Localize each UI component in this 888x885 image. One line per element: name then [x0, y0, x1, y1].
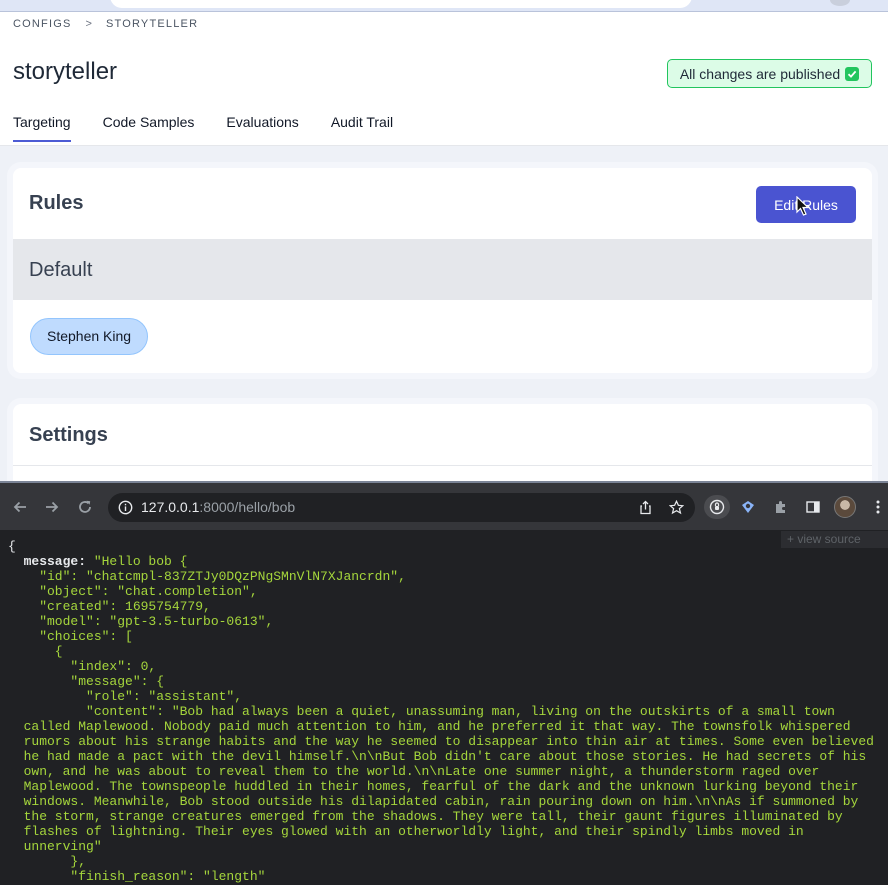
default-rule-header: Default [13, 240, 872, 300]
reload-icon[interactable] [77, 499, 93, 515]
tab-targeting[interactable]: Targeting [13, 114, 71, 142]
json-line: windows. Meanwhile, Bob stood outside hi… [8, 794, 859, 809]
json-line: "index": 0, [8, 659, 157, 674]
json-line: flashes of lightning. Their eyes glowed … [8, 824, 804, 839]
breadcrumb-storyteller[interactable]: STORYTELLER [106, 18, 198, 30]
page-title: storyteller [13, 58, 118, 85]
url-path: :8000/hello/bob [199, 499, 296, 515]
url-text[interactable]: 127.0.0.1:8000/hello/bob [141, 499, 295, 515]
value-chip[interactable]: Stephen King [30, 318, 149, 355]
breadcrumb: CONFIGS > STORYTELLER [13, 18, 198, 30]
breadcrumb-separator-icon: > [85, 18, 92, 30]
json-line: called Maplewood. Nobody paid much atten… [8, 719, 851, 734]
json-line: "object": "chat.completion", [8, 584, 258, 599]
json-line: unnerving" [8, 839, 102, 854]
json-line: "message": { [8, 674, 165, 689]
mouse-cursor-icon [796, 196, 810, 216]
window-top-strip [0, 0, 888, 12]
json-line: "choices": [ [8, 629, 133, 644]
json-line: Maplewood. The townspeople huddled in th… [8, 779, 859, 794]
json-line: "created": 1695754779, [8, 599, 211, 614]
json-response: { message: "Hello bob { "id": "chatcmpl-… [8, 539, 888, 884]
kebab-menu-icon[interactable] [870, 499, 886, 515]
tab-code-samples[interactable]: Code Samples [103, 114, 195, 142]
bookmark-star-icon[interactable] [669, 500, 684, 515]
app-window: CONFIGS > STORYTELLER storyteller All ch… [0, 0, 888, 483]
forward-icon[interactable] [44, 499, 60, 515]
avatar[interactable] [834, 496, 856, 518]
json-line: "id": "chatcmpl-837ZTJy0DQzPNgSMnVlN7XJa… [8, 569, 406, 584]
rules-title: Rules [29, 192, 84, 214]
json-line: the storm, strange creatures emerged fro… [8, 809, 843, 824]
rules-header: Rules Edit Rules [13, 168, 872, 240]
address-bar[interactable]: 127.0.0.1:8000/hello/bob [108, 493, 695, 522]
settings-card: Settings [13, 404, 872, 483]
browser-window: 127.0.0.1:8000/hello/bob + view source {… [0, 483, 888, 885]
json-line: "model": "gpt-3.5-turbo-0613", [8, 614, 274, 629]
extension-icon[interactable] [709, 499, 725, 515]
settings-title: Settings [29, 424, 108, 446]
sidepanel-icon[interactable] [805, 499, 821, 515]
publish-status-text: All changes are published [679, 65, 841, 82]
share-icon[interactable] [638, 500, 653, 515]
json-line: }, [8, 854, 87, 869]
rules-card: Rules Edit Rules Default Stephen King [13, 168, 872, 373]
tab-audit-trail[interactable]: Audit Trail [331, 114, 393, 142]
json-line: message: "Hello bob { [8, 554, 188, 569]
address-pill-edge [110, 0, 692, 8]
browser-toolbar: 127.0.0.1:8000/hello/bob [0, 483, 888, 530]
back-icon[interactable] [12, 499, 28, 515]
status-badge: All changes are published [667, 59, 872, 88]
tab-evaluations[interactable]: Evaluations [226, 114, 298, 142]
json-line: "role": "assistant", [8, 689, 243, 704]
page-viewport: + view source { message: "Hello bob { "i… [0, 530, 888, 885]
json-line: rumors about his strange habits and the … [8, 734, 874, 749]
divider [13, 465, 872, 466]
json-line: "finish_reason": "length" [8, 869, 266, 884]
puzzle-icon[interactable] [773, 499, 789, 515]
json-line: he had made a pact with the devil himsel… [8, 749, 867, 764]
tab-bar: Targeting Code Samples Evaluations Audit… [13, 114, 393, 142]
json-line: { [8, 644, 63, 659]
json-line: "content": "Bob had always been a quiet,… [8, 704, 835, 719]
avatar [830, 0, 850, 6]
extension-pill[interactable] [704, 495, 730, 519]
info-icon[interactable] [118, 500, 133, 515]
url-host: 127.0.0.1 [141, 499, 200, 515]
checkmark-icon [845, 66, 860, 81]
json-line: own, and he was about to reveal them to … [8, 764, 820, 779]
extension-icon[interactable] [740, 499, 756, 515]
json-line: { [8, 539, 16, 554]
default-label: Default [29, 259, 93, 281]
breadcrumb-configs[interactable]: CONFIGS [13, 18, 72, 30]
